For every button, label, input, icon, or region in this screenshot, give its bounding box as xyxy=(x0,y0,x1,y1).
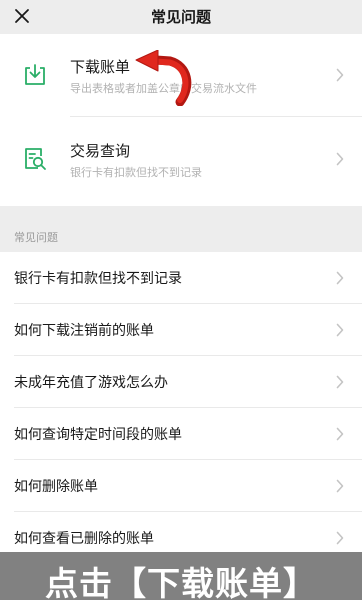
chevron-right-icon xyxy=(336,531,344,545)
chevron-right-icon xyxy=(336,427,344,441)
transaction-query-title: 交易查询 xyxy=(70,142,131,160)
faq-item[interactable]: 如何删除账单 xyxy=(0,460,362,512)
divider xyxy=(70,116,362,117)
faq-item-text: 如何查看已删除的账单 xyxy=(14,531,154,547)
download-tray-icon xyxy=(25,64,45,85)
red-pointer-arrow xyxy=(135,50,192,106)
chevron-right-icon xyxy=(336,375,344,389)
download-bill-title: 下载账单 xyxy=(70,58,131,76)
instruction-caption-text: 点击【下载账单】 xyxy=(45,564,317,600)
chevron-right-icon xyxy=(336,68,344,82)
page-title: 常见问题 xyxy=(150,8,211,26)
faq-list: 银行卡有扣款但找不到记录 如何下载注销前的账单 未成年充值了游戏怎么办 如何查询… xyxy=(0,252,362,552)
faq-item[interactable]: 如何查询特定时间段的账单 xyxy=(0,408,362,460)
faq-item[interactable]: 如何下载注销前的账单 xyxy=(0,304,362,356)
chevron-right-icon xyxy=(336,479,344,493)
chevron-right-icon xyxy=(336,323,344,337)
chevron-right-icon xyxy=(336,271,344,285)
transaction-query-row[interactable]: 交易查询 银行卡有扣款但找不到记录 xyxy=(0,118,362,200)
instruction-caption-banner: 点击【下载账单】 xyxy=(0,552,362,600)
faq-item[interactable]: 银行卡有扣款但找不到记录 xyxy=(0,252,362,304)
faq-section-heading: 常见问题 xyxy=(14,231,58,244)
transaction-query-subtitle: 银行卡有扣款但找不到记录 xyxy=(70,166,202,179)
faq-item-text: 如何下载注销前的账单 xyxy=(14,323,154,339)
navigation-bar: 常见问题 xyxy=(0,0,362,32)
faq-item-text: 银行卡有扣款但找不到记录 xyxy=(14,271,182,287)
faq-item-text: 未成年充值了游戏怎么办 xyxy=(14,375,168,391)
faq-item[interactable]: 未成年充值了游戏怎么办 xyxy=(0,356,362,408)
faq-item-text: 如何查询特定时间段的账单 xyxy=(14,427,182,443)
faq-item-text: 如何删除账单 xyxy=(14,479,98,495)
document-search-icon xyxy=(25,148,46,170)
chevron-right-icon xyxy=(336,152,344,166)
